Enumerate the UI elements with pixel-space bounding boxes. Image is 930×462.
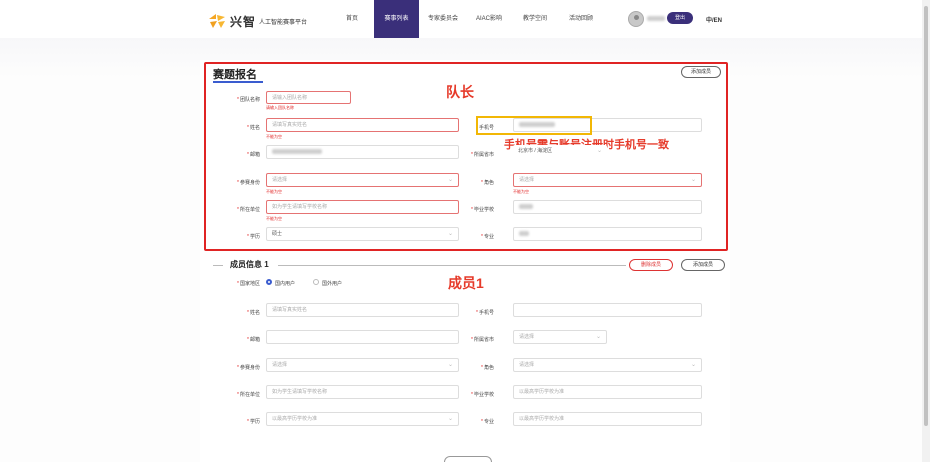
name-input[interactable]: 请填写真实姓名 xyxy=(266,118,459,132)
role-select[interactable]: 请选择 ⌄ xyxy=(513,173,702,187)
add-member-button-top[interactable]: 添加成员 xyxy=(681,66,721,78)
team-name-input[interactable]: 请输入团队名称 xyxy=(266,91,351,104)
role-label: *角色 xyxy=(481,180,494,186)
top-header: 兴智 人工智能赛事平台 首页 赛事列表 专家委员会 AIAC影响 教学空间 活动… xyxy=(0,0,930,38)
logo-subtitle: 人工智能赛事平台 xyxy=(259,19,308,26)
member-org-input[interactable]: 如为学生请填写学校名称 xyxy=(266,385,459,399)
role-error: 不能为空 xyxy=(513,189,529,194)
degree-select[interactable]: 硕士 ⌄ xyxy=(266,227,459,241)
email-input[interactable] xyxy=(266,145,459,159)
member-region-select[interactable]: 请选择 ⌄ xyxy=(513,330,607,344)
org-label: *所在单位 xyxy=(237,207,260,213)
major-input[interactable] xyxy=(513,227,702,241)
username-redacted xyxy=(647,16,665,21)
radio-foreign[interactable] xyxy=(313,279,319,285)
delete-member-button[interactable]: 删除成员 xyxy=(629,259,673,271)
member-divider-right xyxy=(278,265,626,266)
member-country-label: *国家地区 xyxy=(237,281,260,287)
radio-domestic-label: 国内用户 xyxy=(275,281,296,287)
identity-error: 不能为空 xyxy=(266,189,282,194)
nav-home[interactable]: 首页 xyxy=(338,0,366,38)
team-name-label: *团队名称 xyxy=(237,97,260,103)
chevron-down-icon: ⌄ xyxy=(596,148,602,154)
member-region-label: *所属省市 xyxy=(471,337,494,343)
chevron-down-icon: ⌄ xyxy=(447,362,453,368)
nav-teaching-space[interactable]: 教学空间 xyxy=(514,0,556,38)
chevron-down-icon: ⌄ xyxy=(447,231,453,237)
member-email-input[interactable] xyxy=(266,330,459,344)
org-error: 不能为空 xyxy=(266,216,282,221)
team-name-error: 请输入团队名称 xyxy=(266,105,294,110)
member-annotation: 成员1 xyxy=(448,275,484,291)
phone-highlight-box xyxy=(476,116,592,135)
user-avatar[interactable] xyxy=(628,11,644,27)
captain-annotation: 队长 xyxy=(446,84,474,100)
member-email-label: *邮箱 xyxy=(247,337,260,343)
add-member-button[interactable]: 添加成员 xyxy=(681,259,725,271)
name-error: 不能为空 xyxy=(266,134,282,139)
radio-foreign-label: 国外用户 xyxy=(322,281,343,287)
logo-title: 兴智 xyxy=(230,14,257,29)
member-phone-input[interactable] xyxy=(513,303,702,317)
member-role-label: *角色 xyxy=(481,365,494,371)
member-section-title: 成员信息 1 xyxy=(230,260,269,269)
member-degree-select[interactable]: 以最高学历学校为准 ⌄ xyxy=(266,412,459,426)
member-identity-label: *参赛身份 xyxy=(237,365,260,371)
scrollbar-thumb[interactable] xyxy=(924,6,928,426)
member-school-label: *毕业学校 xyxy=(471,392,494,398)
member-major-label: *专业 xyxy=(481,419,494,425)
language-switch[interactable]: 中/EN xyxy=(706,15,722,24)
school-input[interactable] xyxy=(513,200,702,214)
degree-label: *学历 xyxy=(247,234,260,240)
member-name-label: *姓名 xyxy=(247,310,260,316)
nav-competitions[interactable]: 赛事列表 xyxy=(374,0,419,38)
member-phone-label: *手机号 xyxy=(476,310,494,316)
member-divider-left xyxy=(213,265,223,266)
region-label: *所属省市 xyxy=(471,152,494,158)
brand-logo[interactable]: 兴智 人工智能赛事平台 xyxy=(207,12,307,30)
identity-select[interactable]: 请选择 ⌄ xyxy=(266,173,459,187)
logout-button[interactable]: 登出 xyxy=(667,12,693,24)
major-label: *专业 xyxy=(481,234,494,240)
member-school-input[interactable]: 以最高学历学校为准 xyxy=(513,385,702,399)
chevron-down-icon: ⌄ xyxy=(447,416,453,422)
nav-experts[interactable]: 专家委员会 xyxy=(421,0,465,38)
chevron-down-icon: ⌄ xyxy=(690,362,696,368)
email-label: *邮箱 xyxy=(247,152,260,158)
chevron-down-icon: ⌄ xyxy=(447,177,453,183)
org-input[interactable]: 如为学生请填写学校名称 xyxy=(266,200,459,214)
region-select[interactable]: 北京市 / 海淀区 ⌄ xyxy=(513,145,607,159)
member-identity-select[interactable]: 请选择 ⌄ xyxy=(266,358,459,372)
member-role-select[interactable]: 请选择 ⌄ xyxy=(513,358,702,372)
member-name-input[interactable]: 请填写真实姓名 xyxy=(266,303,459,317)
logo-mark-icon xyxy=(207,13,227,29)
member-org-label: *所在单位 xyxy=(237,392,260,398)
member-major-input[interactable]: 以最高学历学校为准 xyxy=(513,412,702,426)
radio-domestic[interactable] xyxy=(266,279,272,285)
chevron-down-icon: ⌄ xyxy=(690,177,696,183)
name-label: *姓名 xyxy=(247,125,260,131)
chevron-down-icon: ⌄ xyxy=(595,334,601,340)
identity-label: *参赛身份 xyxy=(237,180,260,186)
member-degree-label: *学历 xyxy=(247,419,260,425)
school-label: *毕业学校 xyxy=(471,207,494,213)
nav-aiac-impact[interactable]: AIAC影响 xyxy=(468,0,510,38)
submit-button[interactable] xyxy=(444,456,492,462)
nav-events-review[interactable]: 活动回顾 xyxy=(560,0,602,38)
